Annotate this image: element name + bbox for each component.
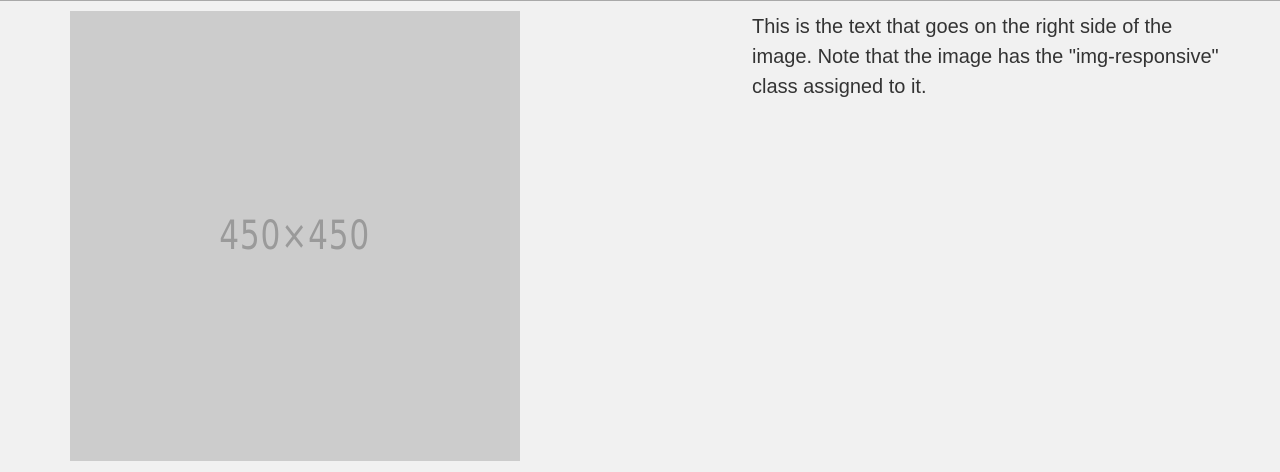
placeholder-image-label: 450×450 [219, 213, 371, 259]
top-divider [0, 0, 1280, 1]
placeholder-image: 450×450 [70, 11, 520, 461]
side-description-text: This is the text that goes on the right … [752, 16, 1219, 98]
